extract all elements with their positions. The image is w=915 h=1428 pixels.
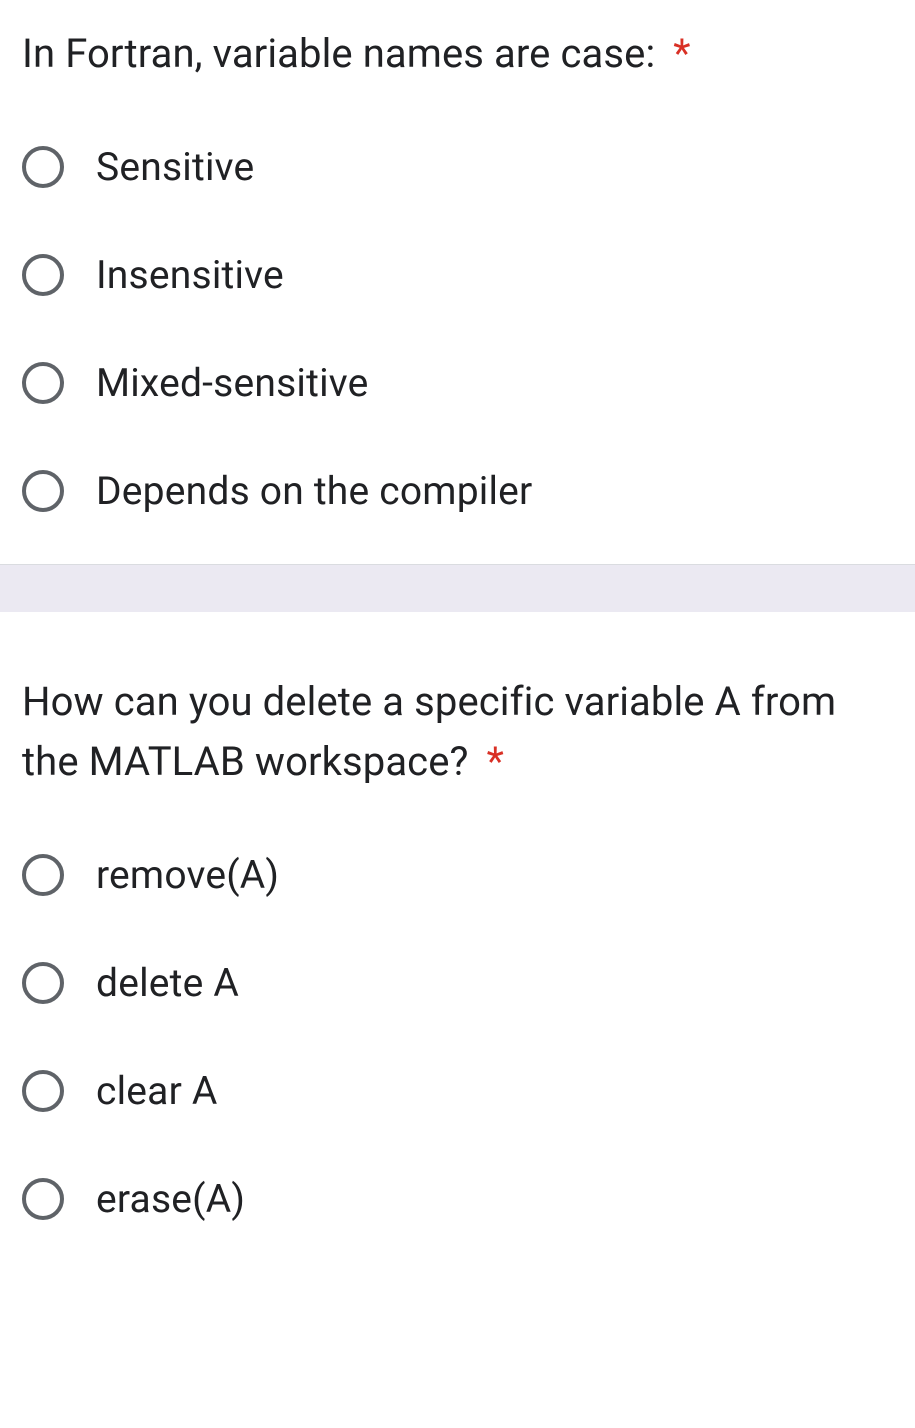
option-row[interactable]: erase(A) bbox=[22, 1176, 893, 1222]
options-group: remove(A) delete A clear A erase(A) bbox=[22, 852, 893, 1222]
option-row[interactable]: delete A bbox=[22, 960, 893, 1006]
option-label: Sensitive bbox=[96, 144, 254, 190]
option-row[interactable]: remove(A) bbox=[22, 852, 893, 898]
question-label: In Fortran, variable names are case: bbox=[22, 30, 655, 77]
option-row[interactable]: Sensitive bbox=[22, 144, 893, 190]
option-row[interactable]: Mixed-sensitive bbox=[22, 360, 893, 406]
radio-icon[interactable] bbox=[22, 146, 64, 188]
question-label: How can you delete a specific variable A… bbox=[22, 678, 836, 785]
radio-icon[interactable] bbox=[22, 1070, 64, 1112]
question-text: In Fortran, variable names are case: * bbox=[22, 24, 893, 84]
radio-icon[interactable] bbox=[22, 854, 64, 896]
option-label: clear A bbox=[96, 1068, 218, 1114]
option-row[interactable]: Depends on the compiler bbox=[22, 468, 893, 514]
options-group: Sensitive Insensitive Mixed-sensitive De… bbox=[22, 144, 893, 514]
radio-icon[interactable] bbox=[22, 254, 64, 296]
required-asterisk: * bbox=[673, 30, 690, 77]
option-label: Insensitive bbox=[96, 252, 284, 298]
required-asterisk: * bbox=[487, 738, 504, 785]
option-label: Depends on the compiler bbox=[96, 468, 532, 514]
radio-icon[interactable] bbox=[22, 470, 64, 512]
option-label: remove(A) bbox=[96, 852, 279, 898]
option-row[interactable]: Insensitive bbox=[22, 252, 893, 298]
question-card-2: How can you delete a specific variable A… bbox=[0, 612, 915, 1272]
radio-icon[interactable] bbox=[22, 362, 64, 404]
option-row[interactable]: clear A bbox=[22, 1068, 893, 1114]
option-label: delete A bbox=[96, 960, 239, 1006]
option-label: erase(A) bbox=[96, 1176, 245, 1222]
card-separator bbox=[0, 564, 915, 612]
question-text: How can you delete a specific variable A… bbox=[22, 672, 893, 792]
question-card-1: In Fortran, variable names are case: * S… bbox=[0, 0, 915, 564]
radio-icon[interactable] bbox=[22, 1178, 64, 1220]
radio-icon[interactable] bbox=[22, 962, 64, 1004]
option-label: Mixed-sensitive bbox=[96, 360, 368, 406]
